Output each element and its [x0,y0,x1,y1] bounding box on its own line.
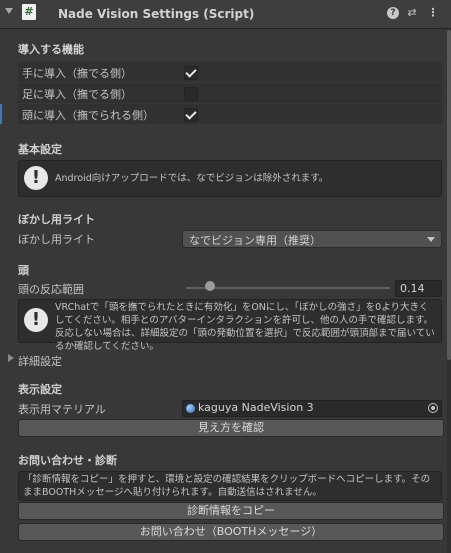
head-section-title: 頭 [18,264,29,277]
feature-head-checkbox[interactable] [184,108,198,122]
help-icon[interactable]: ? [387,7,399,19]
component-header[interactable]: # Nade Vision Settings (Script) ? ⇄ ⋮ [0,0,451,29]
material-name: kaguya NadeVision 3 [198,401,314,414]
preview-button[interactable]: 見え方を確認 [18,419,444,437]
chevron-down-icon [427,237,435,242]
head-help-box: ! VRChatで「頭を撫でられたときに有効化」をONにし、「ぼかしの強さ」を0… [18,299,442,352]
blur-light-selected-value: なでビジョン専用（推奨） [189,234,321,247]
feature-hand-label: 手に導入（撫でる側） [22,67,132,80]
head-range-slider-thumb[interactable] [205,281,216,291]
head-range-value: 0.14 [400,282,425,295]
contact-info-text: 「診断情報をコピー」を押すと、環境と設定の確認結果をクリップボードへコピーします… [23,474,431,498]
basic-help-text: Android向けアップロードでは、なでビジョンは除外されます。 [55,173,329,184]
collapse-arrow-icon[interactable] [5,8,13,14]
contact-booth-button[interactable]: お問い合わせ（BOOTHメッセージ） [18,523,444,541]
component-title: Nade Vision Settings (Script) [58,7,255,21]
blur-light-dropdown[interactable]: なでビジョン専用（推奨） [182,230,442,248]
contact-info-box: 「診断情報をコピー」を押すと、環境と設定の確認結果をクリップボードへコピーします… [18,471,442,501]
material-icon [186,404,195,413]
warning-icon: ! [24,166,48,190]
basic-help-box: ! Android向けアップロードでは、なでビジョンは除外されます。 [18,160,442,197]
presets-icon[interactable]: ⇄ [406,7,418,19]
scrollbar-thumb[interactable] [447,30,451,360]
display-material-field[interactable]: kaguya NadeVision 3 [182,400,442,417]
display-material-label: 表示用マテリアル [18,403,106,416]
head-range-value-field[interactable]: 0.14 [395,280,442,297]
chevron-right-icon[interactable] [8,354,14,362]
blur-light-section-title: ぼかし用ライト [18,213,95,226]
feature-head-label: 頭に導入（撫でられる側） [22,109,154,122]
basic-section-title: 基本設定 [18,143,62,156]
warning-icon: ! [24,308,48,332]
advanced-foldout[interactable]: 詳細設定 [18,353,62,369]
display-section-title: 表示設定 [18,383,62,396]
feature-foot-label: 足に導入（撫でる側） [22,88,132,101]
script-icon: # [22,4,36,20]
context-menu-icon[interactable]: ⋮ [427,7,439,19]
feature-hand-checkbox[interactable] [184,66,198,80]
feature-section-title: 導入する機能 [18,43,84,56]
contact-section-title: お問い合わせ・診断 [18,454,117,467]
object-picker-icon[interactable] [428,403,438,413]
head-help-text: VRChatで「頭を撫でられたときに有効化」をONにし、「ぼかしの強さ」を0より… [55,302,435,352]
head-range-label: 頭の反応範囲 [18,283,84,296]
feature-foot-checkbox[interactable] [184,87,198,101]
head-range-slider-track[interactable] [186,287,390,289]
blur-light-label: ぼかし用ライト [18,233,95,246]
selection-marker [0,104,2,124]
copy-diagnostics-button[interactable]: 診断情報をコピー [18,502,444,520]
